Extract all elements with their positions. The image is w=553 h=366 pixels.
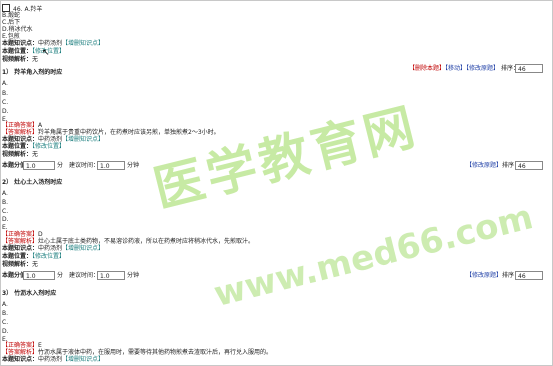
explain-label: 【答案解析】 (2, 129, 39, 136)
q2-option-c[interactable]: C. (2, 208, 8, 216)
option-checkbox[interactable] (2, 4, 10, 12)
edit-original-link[interactable]: 【修改原题】 (466, 162, 502, 169)
q1-time-unit: 分钟 (127, 162, 140, 169)
q1-option-b[interactable]: B. (2, 90, 8, 98)
sort-input[interactable]: 46 (515, 64, 543, 73)
answer-label: 【正确答案】 (2, 342, 39, 349)
kp-value: 中药汤剂 (38, 136, 63, 143)
q2-time-label: 建议时间： (69, 272, 100, 279)
q3-option-b[interactable]: B. (2, 310, 8, 318)
q1-time-label: 建议时间： (69, 162, 100, 169)
add-knowledge-link[interactable]: 【增删知识点】 (62, 245, 104, 252)
q2-sort-input[interactable]: 46 (515, 271, 543, 280)
q1-video-row: 视频解析：无 (2, 151, 38, 159)
q3-option-c[interactable]: C. (2, 319, 8, 327)
kp-label: 本题知识点： (2, 356, 39, 363)
q3-option-d[interactable]: D. (2, 328, 9, 336)
q3-kp-row: 本题知识点：中药汤剂【增删知识点】 (2, 356, 104, 364)
q2-option-b[interactable]: B. (2, 199, 8, 207)
pos-label: 本题位置： (2, 143, 33, 150)
q2-score-unit: 分 (57, 272, 64, 279)
q1-score-input[interactable]: 1.0 (23, 161, 55, 170)
edit-original-link[interactable]: 【修改原题】 (466, 65, 499, 72)
explain-label: 【答案解析】 (2, 238, 39, 245)
answer-value: E (38, 342, 42, 349)
answer-value: D (38, 231, 43, 238)
add-knowledge-link[interactable]: 【增删知识点】 (62, 356, 104, 363)
kp-value: 中药汤剂 (38, 356, 63, 363)
edit-position-link[interactable]: 【修改位置】 (32, 253, 65, 260)
pos-label: 本题位置： (2, 48, 33, 55)
pos-label: 本题位置： (2, 253, 33, 260)
video-label: 视频解析： (2, 151, 33, 158)
q1-time-input[interactable]: 1.0 (97, 161, 125, 170)
explain-text: 灶心土属于底土类药物，不易溶诊药液，所以在药煮时应将稍冰代水，先煎取汁。 (38, 238, 255, 245)
move-question-link[interactable]: 【移动】 (445, 65, 466, 72)
edit-position-link[interactable]: 【修改位置】 (32, 143, 65, 150)
kp-value: 中药汤剂 (38, 40, 63, 47)
q2-pos-row: 本题位置：【修改位置】 (2, 253, 65, 261)
kp-label: 本题知识点： (2, 40, 39, 47)
question-1-title: 1） 羚羊角入剂的时应 (2, 69, 63, 76)
q2-time-unit: 分钟 (127, 272, 140, 279)
video-value: 无 (32, 56, 39, 63)
q2-time-input[interactable]: 1.0 (97, 271, 125, 280)
answer-value: A (38, 122, 43, 129)
q1-toolbar: 【修改原题】排序： (466, 161, 520, 170)
video-row: 视频解析：无 (2, 56, 38, 64)
q2-option-d[interactable]: D. (2, 216, 9, 224)
q1-option-c[interactable]: C. (2, 99, 8, 107)
q2-toolbar: 【修改原题】排序： (466, 271, 520, 280)
add-knowledge-link[interactable]: 【增删知识点】 (62, 40, 104, 47)
question-3-title: 3） 竹沥水入剂时应 (2, 290, 57, 297)
kp-value: 中药汤剂 (38, 245, 63, 252)
question-toolbar: 【删除本题】【移动】【修改原题】 排序： (409, 64, 519, 73)
q3-option-a[interactable]: A. (2, 301, 8, 309)
kp-label: 本题知识点： (2, 136, 39, 143)
q2-video-row: 视频解析：无 (2, 261, 38, 269)
knowledge-point-row: 本题知识点：中药汤剂【增删知识点】 (2, 40, 104, 48)
q2-option-a[interactable]: A. (2, 190, 8, 198)
video-label: 视频解析： (2, 56, 33, 63)
video-value: 无 (32, 261, 39, 268)
kp-label: 本题知识点： (2, 245, 39, 252)
explain-text: 羚羊角属于贵重中药饮片，在药煮时应该另煎，单独煎煮2～3小时。 (38, 129, 220, 136)
q1-option-a[interactable]: A. (2, 80, 8, 88)
explain-text: 竹沥水属于液体中药，在服用时，需要等待其他药物煎煮去渣取汁后，再行兑入服用的。 (38, 349, 273, 356)
question-2-title: 2） 灶心土入汤剂时应 (2, 179, 63, 186)
delete-question-link[interactable]: 【删除本题】 (409, 65, 445, 72)
explain-label: 【答案解析】 (2, 349, 39, 356)
q2-kp-row: 本题知识点：中药汤剂【增删知识点】 (2, 245, 104, 253)
q1-pos-row: 本题位置：【修改位置】 (2, 143, 65, 151)
add-knowledge-link[interactable]: 【增删知识点】 (62, 136, 104, 143)
position-row: 本题位置：【修改位置】 (2, 48, 65, 56)
answer-label: 【正确答案】 (2, 122, 39, 129)
q2-score-input[interactable]: 1.0 (23, 271, 55, 280)
mouse-cursor-icon: ↖ (42, 48, 50, 58)
edit-original-link[interactable]: 【修改原题】 (466, 272, 502, 279)
q1-score-unit: 分 (57, 162, 64, 169)
q1-sort-input[interactable]: 46 (515, 161, 543, 170)
video-value: 无 (32, 151, 39, 158)
video-label: 视频解析： (2, 261, 33, 268)
answer-label: 【正确答案】 (2, 231, 39, 238)
q1-option-d[interactable]: D. (2, 108, 9, 116)
